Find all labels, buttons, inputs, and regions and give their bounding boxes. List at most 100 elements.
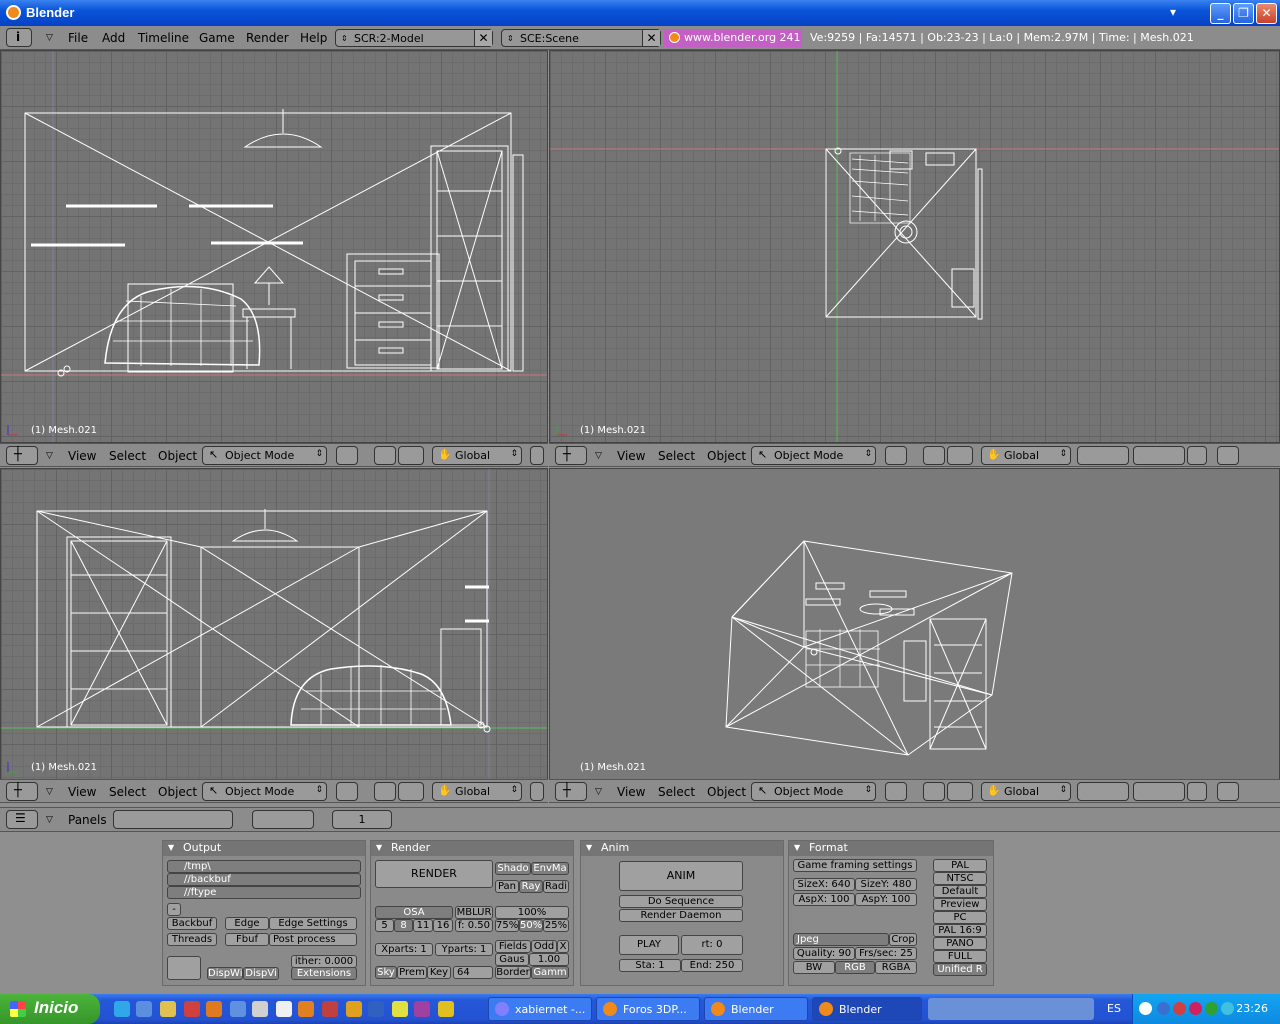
preset-full[interactable]: FULL xyxy=(933,950,987,963)
manipulator-icon[interactable] xyxy=(947,782,973,801)
xparts-field[interactable]: Xparts: 1 xyxy=(375,943,433,956)
media-toolbar[interactable] xyxy=(928,998,1094,1020)
play-icon[interactable] xyxy=(1205,1002,1218,1015)
menu-object[interactable]: Object xyxy=(707,449,746,463)
backbuf-button[interactable]: Backbuf xyxy=(167,917,217,930)
render-view-icon[interactable] xyxy=(1217,782,1239,801)
layers-icon[interactable] xyxy=(530,446,544,465)
app-icon-6[interactable] xyxy=(322,1001,338,1017)
render-view-icon[interactable] xyxy=(1217,446,1239,465)
delete-screen-icon[interactable]: ✕ xyxy=(474,30,492,46)
render-subcontext-tabs[interactable] xyxy=(252,810,314,829)
gauss-value-field[interactable]: 1.00 xyxy=(529,953,569,966)
menu-object[interactable]: Object xyxy=(707,785,746,799)
osa-8-button[interactable]: 8 xyxy=(394,919,413,932)
do-sequence-button[interactable]: Do Sequence xyxy=(619,895,743,908)
taskbar-item-foros[interactable]: Foros 3DP... xyxy=(596,997,700,1021)
lock-icon[interactable] xyxy=(1187,446,1207,465)
grid-icon[interactable] xyxy=(167,956,201,980)
viewport-front[interactable]: (1) Mesh.021 xyxy=(0,50,548,443)
mode-selector[interactable]: ↖ Object Mode ⇕ xyxy=(751,782,876,801)
menu-render[interactable]: Render xyxy=(246,31,289,45)
screen-selector[interactable]: ⇕ SCR:2-Model ✕ xyxy=(335,29,493,47)
collapse-icon[interactable]: ▽ xyxy=(46,451,53,461)
menu-file[interactable]: File xyxy=(68,31,88,45)
desktop-icon[interactable] xyxy=(136,1001,152,1017)
layer-buttons-2[interactable] xyxy=(1133,782,1185,801)
gamma-button[interactable]: Gamm xyxy=(531,966,569,979)
taskbar-item-blender-1[interactable]: Blender xyxy=(704,997,808,1021)
pan-button[interactable]: Pan xyxy=(495,880,519,893)
preset-pano[interactable]: PANO xyxy=(933,937,987,950)
firefox-icon[interactable] xyxy=(206,1001,222,1017)
layers-icon[interactable] xyxy=(530,782,544,801)
blender-url[interactable]: www.blender.org 241 xyxy=(664,29,802,47)
folder-icon[interactable] xyxy=(160,1001,176,1017)
yparts-field[interactable]: Yparts: 1 xyxy=(435,943,493,956)
app-icon-10[interactable] xyxy=(414,1001,430,1017)
orientation-selector[interactable]: ✋ Global ⇕ xyxy=(981,446,1071,465)
app-icon-11[interactable] xyxy=(438,1001,454,1017)
language-indicator[interactable]: ES xyxy=(1107,1002,1121,1015)
menu-select[interactable]: Select xyxy=(109,785,146,799)
border-button[interactable]: Border xyxy=(495,966,531,979)
dropdown-icon[interactable]: ▾ xyxy=(1165,3,1181,24)
menu-panels[interactable]: Panels xyxy=(68,813,107,827)
render-button[interactable]: RENDER xyxy=(375,860,493,888)
preset-ntsc[interactable]: NTSC xyxy=(933,872,987,885)
anim-button[interactable]: ANIM xyxy=(619,861,743,891)
osa-16-button[interactable]: 16 xyxy=(433,919,453,932)
render-daemon-button[interactable]: Render Daemon xyxy=(619,909,743,922)
pivot-icon[interactable] xyxy=(923,446,945,465)
pivot-icon[interactable] xyxy=(374,782,396,801)
sizey-field[interactable]: SizeY: 480 xyxy=(855,878,917,891)
collapse-icon[interactable]: ▽ xyxy=(46,787,53,797)
menu-select[interactable]: Select xyxy=(109,449,146,463)
menu-game[interactable]: Game xyxy=(199,31,235,45)
frame-number-field[interactable]: 1 xyxy=(332,810,392,829)
unified-renderer-button[interactable]: Unified R xyxy=(933,963,987,976)
context-tabs[interactable] xyxy=(113,810,233,829)
rgba-button[interactable]: RGBA xyxy=(875,961,917,974)
scene-selector[interactable]: ⇕ SCE:Scene ✕ xyxy=(501,29,661,47)
lock-icon[interactable] xyxy=(1187,782,1207,801)
app-icon-8[interactable] xyxy=(368,1001,384,1017)
mblur-button[interactable]: MBLUR xyxy=(455,906,493,919)
dispvi-button[interactable]: DispVi xyxy=(243,967,279,980)
anim-panel-title[interactable]: Anim xyxy=(581,841,783,856)
preset-pal169[interactable]: PAL 16:9 xyxy=(933,924,987,937)
menu-object[interactable]: Object xyxy=(158,449,197,463)
start-button[interactable]: Inicio xyxy=(0,994,100,1024)
ray-button[interactable]: Ray xyxy=(519,880,543,893)
key-button[interactable]: Key xyxy=(427,966,451,979)
format-panel-title[interactable]: Format xyxy=(789,841,993,856)
app-icon-4[interactable] xyxy=(276,1001,292,1017)
layer-buttons-1[interactable] xyxy=(1077,782,1129,801)
mblur-factor-field[interactable]: f: 0.50 xyxy=(455,919,493,932)
gauss-button[interactable]: Gaus xyxy=(495,953,529,966)
menu-view[interactable]: View xyxy=(617,449,645,463)
edge-settings-button[interactable]: Edge Settings xyxy=(269,917,357,930)
rgb-button[interactable]: RGB xyxy=(835,961,875,974)
antivirus-icon[interactable] xyxy=(1189,1002,1202,1015)
dispwi-button[interactable]: DispWi xyxy=(207,967,243,980)
app-icon-2[interactable] xyxy=(230,1001,246,1017)
fields-button[interactable]: Fields xyxy=(495,940,531,953)
render-panel-title[interactable]: Render xyxy=(371,841,573,856)
edge-button[interactable]: Edge xyxy=(225,917,269,930)
collapse-icon[interactable]: ▽ xyxy=(46,33,53,43)
play-button[interactable]: PLAY xyxy=(619,935,679,955)
menu-timeline[interactable]: Timeline xyxy=(138,31,189,45)
bw-button[interactable]: BW xyxy=(793,961,835,974)
window-type-icon[interactable]: ┼ xyxy=(555,782,587,801)
preset-default[interactable]: Default xyxy=(933,885,987,898)
info-window-type-icon[interactable]: i xyxy=(6,28,32,47)
ftype-path-field[interactable]: //ftype xyxy=(167,886,361,899)
layer-buttons-1[interactable] xyxy=(1077,446,1129,465)
maximize-button[interactable]: ❐ xyxy=(1233,3,1254,24)
orientation-selector[interactable]: ✋ Global ⇕ xyxy=(981,782,1071,801)
menu-help[interactable]: Help xyxy=(300,31,327,45)
app-icon-3[interactable] xyxy=(252,1001,268,1017)
backbuf-path-field[interactable]: //backbuf xyxy=(167,873,361,886)
rt-field[interactable]: rt: 0 xyxy=(681,935,743,955)
